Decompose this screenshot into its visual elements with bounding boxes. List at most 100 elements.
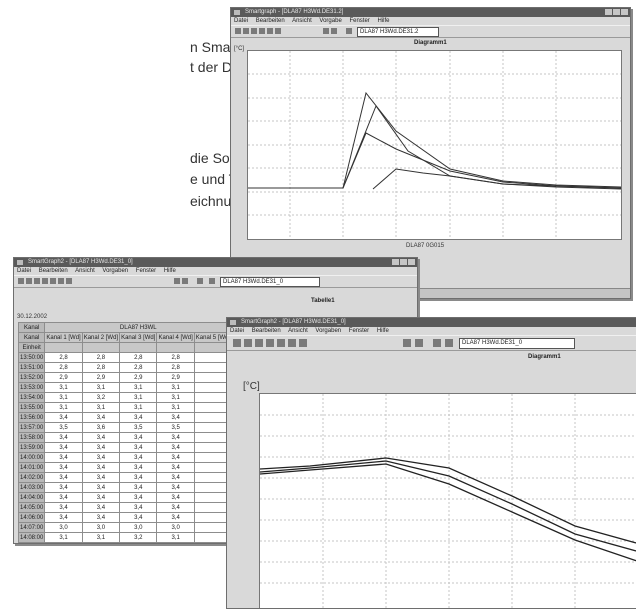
value-cell[interactable]: 3,4 — [81, 502, 121, 513]
value-cell[interactable]: 2,8 — [81, 362, 121, 373]
value-cell[interactable]: 3,1 — [81, 532, 121, 543]
column-header[interactable]: Kanal 4 [Wd] — [156, 332, 195, 343]
column-header[interactable]: Kanal 2 [Wd] — [81, 332, 121, 343]
value-cell[interactable]: 3,5 — [119, 422, 158, 433]
play-icon[interactable] — [66, 278, 72, 284]
value-cell[interactable]: 3,0 — [156, 522, 195, 533]
value-cell[interactable]: 2,8 — [156, 362, 195, 373]
value-cell[interactable]: 3,4 — [119, 452, 158, 463]
value-cell[interactable]: 2,9 — [156, 372, 195, 383]
zoom-out-icon[interactable] — [266, 339, 274, 347]
value-cell[interactable]: 3,1 — [119, 382, 158, 393]
prev-record-icon[interactable] — [244, 339, 252, 347]
menu-file[interactable]: Datei — [230, 328, 244, 334]
value-cell[interactable]: 3,2 — [119, 532, 158, 543]
value-cell[interactable]: 3,4 — [156, 482, 195, 493]
table-icon[interactable] — [182, 278, 188, 284]
value-cell[interactable]: 3,4 — [44, 492, 83, 503]
value-cell[interactable]: 3,4 — [156, 492, 195, 503]
first-record-icon[interactable] — [18, 278, 24, 284]
value-cell[interactable]: 3,1 — [156, 392, 195, 403]
next-record-icon[interactable] — [267, 28, 273, 34]
menu-view[interactable]: Ansicht — [288, 328, 308, 334]
value-cell[interactable]: 3,6 — [81, 422, 121, 433]
value-cell[interactable]: 2,8 — [44, 352, 83, 363]
value-cell[interactable]: 3,4 — [44, 512, 83, 523]
device-select[interactable]: DLA87 H3Wd.DE31_0 — [220, 277, 320, 287]
value-cell[interactable]: 3,1 — [44, 392, 83, 403]
value-cell[interactable]: 3,4 — [156, 432, 195, 443]
close-icon[interactable] — [621, 9, 628, 15]
last-record-icon[interactable] — [288, 339, 296, 347]
value-cell[interactable]: 3,1 — [156, 542, 195, 543]
value-cell[interactable]: 2,8 — [119, 352, 158, 363]
table-icon[interactable] — [415, 339, 423, 347]
value-cell[interactable]: 3,4 — [81, 512, 121, 523]
value-cell[interactable]: 3,4 — [156, 462, 195, 473]
value-cell[interactable]: 3,4 — [156, 512, 195, 523]
minimize-icon[interactable] — [392, 259, 399, 265]
value-cell[interactable]: 3,4 — [44, 442, 83, 453]
value-cell[interactable]: 3,1 — [81, 542, 121, 543]
value-cell[interactable]: 3,4 — [44, 482, 83, 493]
value-cell[interactable]: 3,4 — [119, 472, 158, 483]
value-cell[interactable]: 2,9 — [44, 372, 83, 383]
value-cell[interactable]: 3,5 — [156, 422, 195, 433]
menu-settings[interactable]: Vorgaben — [102, 268, 128, 274]
settings-icon[interactable] — [346, 28, 352, 34]
value-cell[interactable]: 3,4 — [81, 452, 121, 463]
value-cell[interactable]: 3,4 — [156, 452, 195, 463]
value-cell[interactable]: 3,4 — [119, 432, 158, 443]
zoom-out-icon[interactable] — [42, 278, 48, 284]
value-cell[interactable]: 3,4 — [81, 492, 121, 503]
prev-record-icon[interactable] — [243, 28, 249, 34]
minimize-icon[interactable] — [605, 9, 612, 15]
value-cell[interactable]: 3,4 — [44, 472, 83, 483]
value-cell[interactable]: 3,4 — [81, 412, 121, 423]
value-cell[interactable]: 3,4 — [156, 502, 195, 513]
value-cell[interactable]: 3,4 — [119, 442, 158, 453]
menu-view[interactable]: Ansicht — [75, 268, 95, 274]
menu-help[interactable]: Hilfe — [377, 18, 389, 24]
value-cell[interactable]: 3,4 — [81, 462, 121, 473]
zoom-in-icon[interactable] — [251, 28, 257, 34]
value-cell[interactable]: 2,9 — [81, 372, 121, 383]
menu-edit[interactable]: Bearbeiten — [256, 18, 285, 24]
delete-icon[interactable] — [209, 278, 215, 284]
column-header[interactable]: Kanal 1 [Wd] — [44, 332, 83, 343]
value-cell[interactable]: 3,4 — [119, 462, 158, 473]
menu-window[interactable]: Fenster — [349, 18, 369, 24]
first-record-icon[interactable] — [233, 339, 241, 347]
zoom-out-icon[interactable] — [259, 28, 265, 34]
value-cell[interactable]: 3,4 — [119, 512, 158, 523]
first-record-icon[interactable] — [235, 28, 241, 34]
last-record-icon[interactable] — [58, 278, 64, 284]
value-cell[interactable]: 3,1 — [156, 532, 195, 543]
value-cell[interactable]: 3,0 — [81, 522, 121, 533]
menu-window[interactable]: Fenster — [136, 268, 156, 274]
value-cell[interactable]: 3,1 — [81, 382, 121, 393]
value-cell[interactable]: 3,5 — [44, 422, 83, 433]
zoom-in-icon[interactable] — [34, 278, 40, 284]
delete-icon[interactable] — [445, 339, 453, 347]
menu-settings[interactable]: Vorgaben — [315, 328, 341, 334]
chart-icon[interactable] — [323, 28, 329, 34]
value-cell[interactable]: 3,1 — [119, 542, 158, 543]
value-cell[interactable]: 3,4 — [156, 472, 195, 483]
menu-edit[interactable]: Bearbeiten — [252, 328, 281, 334]
value-cell[interactable]: 3,4 — [119, 482, 158, 493]
value-cell[interactable]: 3,4 — [81, 482, 121, 493]
settings-icon[interactable] — [197, 278, 203, 284]
value-cell[interactable]: 3,1 — [119, 402, 158, 413]
table-icon[interactable] — [331, 28, 337, 34]
value-cell[interactable]: 3,4 — [81, 472, 121, 483]
settings-icon[interactable] — [433, 339, 441, 347]
menu-edit[interactable]: Bearbeiten — [39, 268, 68, 274]
menu-help[interactable]: Hilfe — [164, 268, 176, 274]
value-cell[interactable]: 3,4 — [81, 432, 121, 443]
value-cell[interactable]: 2,8 — [44, 362, 83, 373]
value-cell[interactable]: 3,4 — [156, 442, 195, 453]
value-cell[interactable]: 3,1 — [44, 532, 83, 543]
value-cell[interactable]: 3,2 — [81, 392, 121, 403]
value-cell[interactable]: 2,8 — [156, 352, 195, 363]
